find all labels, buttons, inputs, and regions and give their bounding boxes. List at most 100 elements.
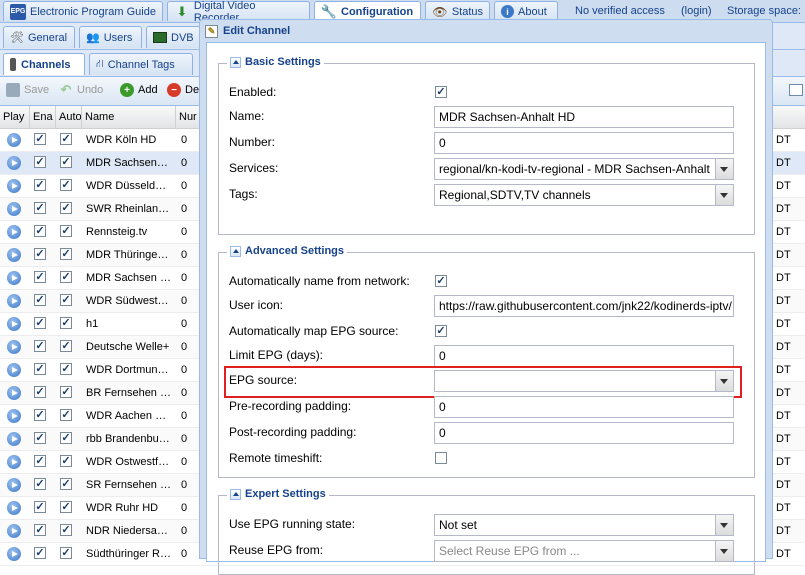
enabled-checkbox[interactable]: ✓: [34, 386, 46, 398]
tab-users[interactable]: 👥 Users: [79, 26, 142, 48]
reuse-epg-select[interactable]: Select Reuse EPG from ...: [434, 540, 734, 562]
enabled-checkbox[interactable]: ✓: [34, 133, 46, 145]
enabled-checkbox[interactable]: ✓: [34, 202, 46, 214]
enabled-checkbox[interactable]: ✓: [34, 432, 46, 444]
play-icon[interactable]: [7, 455, 21, 469]
auto-checkbox[interactable]: ✓: [60, 478, 72, 490]
services-select[interactable]: regional/kn-kodi-tv-regional - MDR Sachs…: [434, 158, 734, 180]
auto-checkbox[interactable]: ✓: [60, 202, 72, 214]
tags-select[interactable]: Regional,SDTV,TV channels: [434, 184, 734, 206]
delete-button[interactable]: − De: [167, 83, 199, 97]
enabled-checkbox[interactable]: ✓: [34, 317, 46, 329]
tab-epg[interactable]: EPG Electronic Program Guide: [3, 1, 163, 21]
basic-settings-legend[interactable]: Basic Settings: [227, 56, 324, 68]
login-link[interactable]: (login): [681, 5, 712, 17]
play-icon[interactable]: [7, 248, 21, 262]
epg-source-select[interactable]: [434, 370, 734, 392]
enabled-checkbox[interactable]: ✓: [34, 363, 46, 375]
enabled-checkbox[interactable]: ✓: [34, 156, 46, 168]
enabled-checkbox[interactable]: ✓: [34, 248, 46, 260]
auto-checkbox[interactable]: ✓: [60, 501, 72, 513]
tab-dvb[interactable]: DVB: [146, 26, 201, 48]
auto-checkbox[interactable]: ✓: [60, 340, 72, 352]
chevron-down-icon[interactable]: [715, 159, 733, 179]
auto-checkbox[interactable]: ✓: [60, 409, 72, 421]
auto-checkbox[interactable]: ✓: [60, 317, 72, 329]
play-icon[interactable]: [7, 432, 21, 446]
name-input[interactable]: MDR Sachsen-Anhalt HD: [434, 106, 734, 128]
tab-status[interactable]: 👁 Status: [425, 1, 490, 21]
play-icon[interactable]: [7, 179, 21, 193]
play-icon[interactable]: [7, 478, 21, 492]
play-icon[interactable]: [7, 340, 21, 354]
play-icon[interactable]: [7, 202, 21, 216]
auto-checkbox[interactable]: ✓: [60, 547, 72, 559]
tab-general[interactable]: 🛠 General: [3, 26, 75, 48]
play-icon[interactable]: [7, 225, 21, 239]
chevron-down-icon[interactable]: [715, 185, 733, 205]
dialog-title-bar[interactable]: ✎ Edit Channel: [200, 20, 772, 42]
col-number[interactable]: Nur: [176, 106, 200, 128]
automap-checkbox[interactable]: ✓: [435, 325, 447, 337]
auto-checkbox[interactable]: ✓: [60, 524, 72, 536]
chevron-down-icon[interactable]: [715, 515, 733, 535]
enabled-checkbox[interactable]: ✓: [34, 340, 46, 352]
number-input[interactable]: 0: [434, 132, 734, 154]
collapse-icon[interactable]: [230, 488, 241, 500]
tab-channels[interactable]: Channels: [3, 53, 85, 75]
auto-checkbox[interactable]: ✓: [60, 455, 72, 467]
enabled-checkbox[interactable]: ✓: [34, 547, 46, 559]
play-icon[interactable]: [7, 133, 21, 147]
play-icon[interactable]: [7, 409, 21, 423]
enabled-checkbox[interactable]: ✓: [34, 455, 46, 467]
post-padding-input[interactable]: 0: [434, 422, 734, 444]
tab-channel-tags[interactable]: ⛙ Channel Tags: [89, 53, 193, 75]
col-enabled[interactable]: Ena: [30, 106, 56, 128]
save-button[interactable]: Save: [6, 83, 49, 97]
enabled-checkbox[interactable]: ✓: [34, 501, 46, 513]
auto-checkbox[interactable]: ✓: [60, 179, 72, 191]
undo-button[interactable]: ↶ Undo: [59, 82, 104, 97]
auto-checkbox[interactable]: ✓: [60, 133, 72, 145]
user-icon-input[interactable]: https://raw.githubusercontent.com/jnk22/…: [434, 295, 734, 317]
play-icon[interactable]: [7, 294, 21, 308]
auto-checkbox[interactable]: ✓: [60, 363, 72, 375]
play-icon[interactable]: [7, 363, 21, 377]
advanced-settings-legend[interactable]: Advanced Settings: [227, 245, 348, 257]
play-icon[interactable]: [7, 317, 21, 331]
collapse-icon[interactable]: [230, 56, 241, 68]
enabled-checkbox[interactable]: ✓: [34, 294, 46, 306]
chevron-down-icon[interactable]: [715, 541, 733, 561]
play-icon[interactable]: [7, 501, 21, 515]
tab-dvr[interactable]: ⬇ Digital Video Recorder: [167, 0, 310, 24]
enabled-checkbox[interactable]: ✓: [34, 179, 46, 191]
enabled-checkbox[interactable]: ✓: [34, 225, 46, 237]
auto-checkbox[interactable]: ✓: [60, 294, 72, 306]
columns-icon[interactable]: [789, 84, 803, 96]
play-icon[interactable]: [7, 524, 21, 538]
auto-checkbox[interactable]: ✓: [60, 432, 72, 444]
auto-checkbox[interactable]: ✓: [60, 156, 72, 168]
auto-checkbox[interactable]: ✓: [60, 225, 72, 237]
auto-checkbox[interactable]: ✓: [60, 248, 72, 260]
play-icon[interactable]: [7, 386, 21, 400]
running-state-select[interactable]: Not set: [434, 514, 734, 536]
chevron-down-icon[interactable]: [715, 371, 733, 391]
timeshift-checkbox[interactable]: [435, 452, 447, 464]
autoname-checkbox[interactable]: ✓: [435, 275, 447, 287]
enabled-checkbox[interactable]: ✓: [435, 86, 447, 98]
play-icon[interactable]: [7, 547, 21, 561]
enabled-checkbox[interactable]: ✓: [34, 409, 46, 421]
auto-checkbox[interactable]: ✓: [60, 271, 72, 283]
enabled-checkbox[interactable]: ✓: [34, 524, 46, 536]
tab-about[interactable]: i About: [494, 1, 558, 21]
play-icon[interactable]: [7, 156, 21, 170]
col-name[interactable]: Name: [82, 106, 176, 128]
collapse-icon[interactable]: [230, 245, 241, 257]
col-play[interactable]: Play: [0, 106, 30, 128]
auto-checkbox[interactable]: ✓: [60, 386, 72, 398]
expert-settings-legend[interactable]: Expert Settings: [227, 488, 329, 500]
enabled-checkbox[interactable]: ✓: [34, 271, 46, 283]
pre-padding-input[interactable]: 0: [434, 396, 734, 418]
col-auto[interactable]: Auto: [56, 106, 82, 128]
